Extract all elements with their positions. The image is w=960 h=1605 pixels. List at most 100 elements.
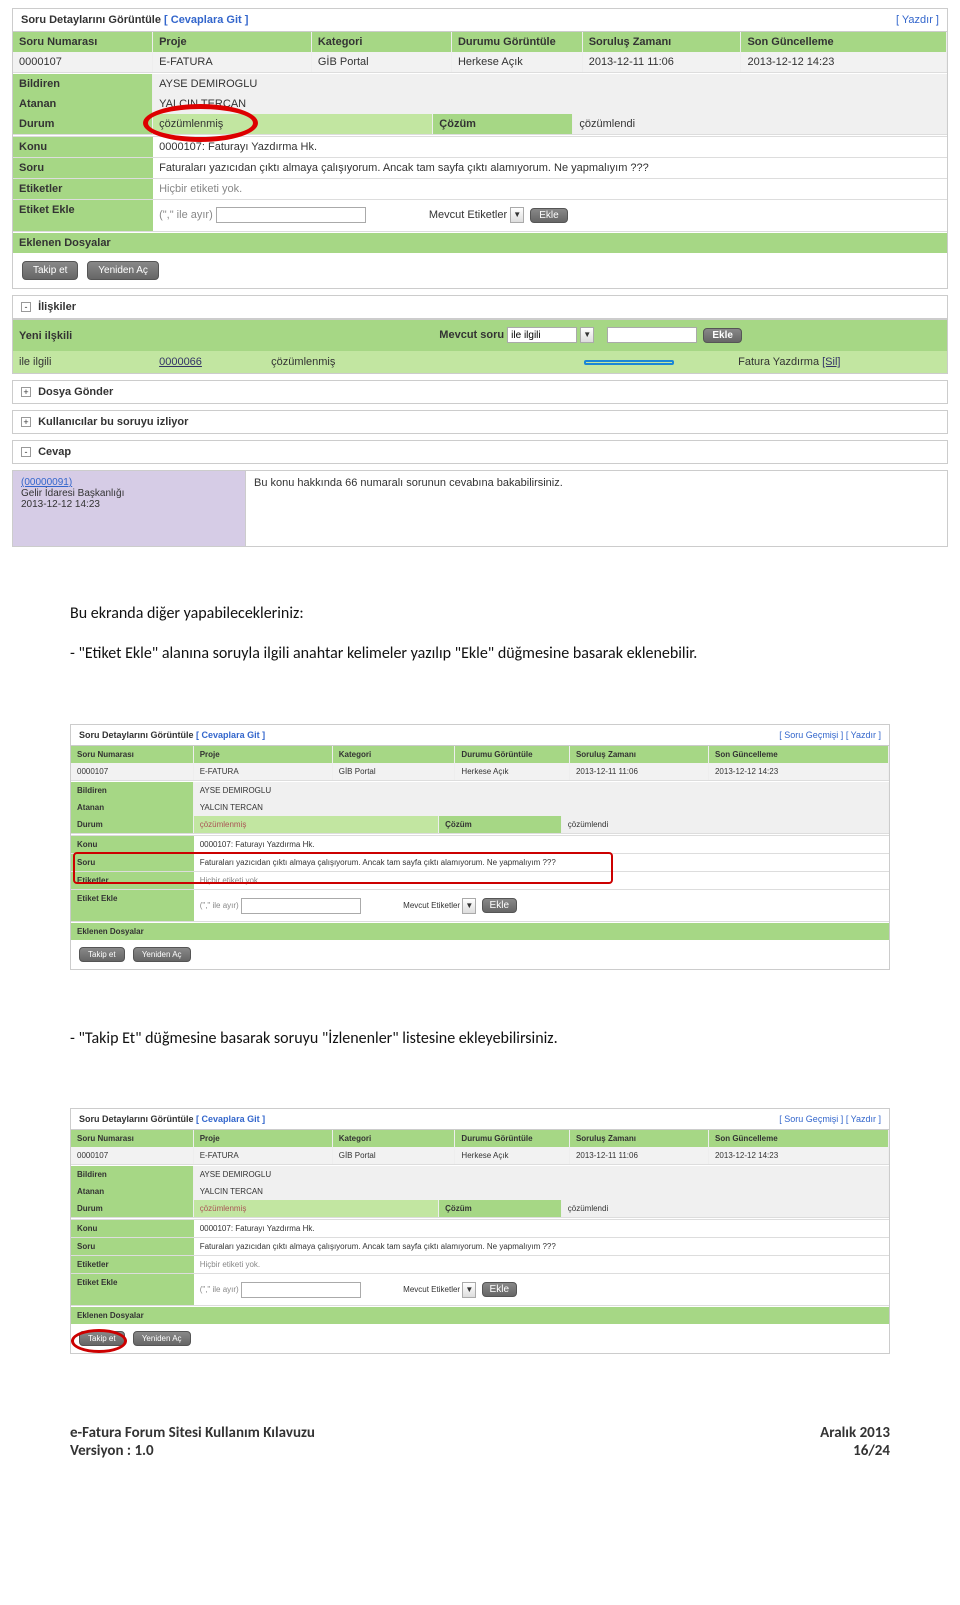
relation-type-input[interactable] bbox=[507, 327, 577, 343]
sc2-col-category: Kategori bbox=[333, 746, 456, 763]
subject-value: 0000107: Faturayı Yazdırma Hk. bbox=[153, 137, 947, 157]
sc3-col-visibility: Durumu Görüntüle bbox=[455, 1130, 570, 1147]
answer-meta: (00000091) Gelir İdaresi Başkanlığı 2013… bbox=[12, 470, 246, 547]
sc3-col-updated: Son Güncelleme bbox=[709, 1130, 889, 1147]
footer-version: Versiyon : 1.0 bbox=[70, 1442, 315, 1460]
sc3-subject-value: 0000107: Faturayı Yazdırma Hk. bbox=[194, 1220, 889, 1237]
sc2-goto-answers[interactable]: [ Cevaplara Git ] bbox=[196, 730, 265, 740]
relations-section[interactable]: - İlişkiler bbox=[12, 295, 948, 319]
follow-button[interactable]: Takip et bbox=[22, 261, 78, 280]
tag-add-controls: ("," ile ayır) Mevcut Etiketler ▼ Ekle bbox=[153, 200, 947, 231]
sc3-tag-add-row: Etiket Ekle ("," ile ayır) Mevcut Etiket… bbox=[71, 1273, 889, 1305]
watchers-section[interactable]: + Kullanıcılar bu soruyu izliyor bbox=[12, 410, 948, 434]
answer-section[interactable]: - Cevap bbox=[12, 440, 948, 464]
relation-delete-link[interactable]: [Sil] bbox=[822, 356, 840, 368]
file-send-label: Dosya Gönder bbox=[38, 386, 113, 398]
sc2-val-project: E-FATURA bbox=[194, 763, 333, 780]
new-relation-controls: Mevcut soru ▼ Ekle bbox=[433, 320, 947, 351]
tag-hint: ("," ile ayır) bbox=[159, 209, 213, 221]
answer-date: 2013-12-12 14:23 bbox=[21, 499, 100, 510]
sc2-assignee-value: YALCIN TERCAN bbox=[194, 799, 889, 816]
reporter-row: Bildiren AYSE DEMIROGLU bbox=[13, 74, 947, 94]
assignee-label: Atanan bbox=[13, 94, 153, 114]
col-id: Soru Numarası bbox=[13, 32, 153, 52]
footer-page: 16/24 bbox=[820, 1442, 890, 1460]
sc2-subject-row: Konu 0000107: Faturayı Yazdırma Hk. bbox=[71, 835, 889, 853]
relation-row: ile ilgili 0000066 çözümlenmiş Fatura Ya… bbox=[13, 351, 947, 373]
sc2-follow-button[interactable]: Takip et bbox=[79, 947, 125, 962]
question-row: Soru Faturaları yazıcıdan çıktı almaya ç… bbox=[13, 157, 947, 178]
sc3-tag-add-button[interactable]: Ekle bbox=[482, 1282, 517, 1297]
sc3-subject-row: Konu 0000107: Faturayı Yazdırma Hk. bbox=[71, 1219, 889, 1237]
sc3-question-label: Soru bbox=[71, 1238, 194, 1255]
sc3-tag-hint: ("," ile ayır) bbox=[200, 1285, 239, 1294]
sc3-col-created: Soruluş Zamanı bbox=[570, 1130, 709, 1147]
existing-tags-dropdown[interactable]: ▼ bbox=[510, 207, 524, 223]
col-category: Kategori bbox=[312, 32, 452, 52]
sc2-val-category: GİB Portal bbox=[333, 763, 456, 780]
reopen-button[interactable]: Yeniden Aç bbox=[87, 261, 159, 280]
relation-add-button[interactable]: Ekle bbox=[703, 328, 742, 343]
sc2-reopen-button[interactable]: Yeniden Aç bbox=[133, 947, 191, 962]
sc3-goto-answers[interactable]: [ Cevaplara Git ] bbox=[196, 1114, 265, 1124]
tags-row: Etiketler Hiçbir etiketi yok. bbox=[13, 178, 947, 199]
val-updated: 2013-12-12 14:23 bbox=[741, 52, 946, 72]
subject-label: Konu bbox=[13, 137, 153, 157]
minus-icon[interactable]: - bbox=[21, 302, 31, 312]
val-project: E-FATURA bbox=[153, 52, 312, 72]
sc2-val-visibility: Herkese Açık bbox=[455, 763, 570, 780]
sc2-subject-label: Konu bbox=[71, 836, 194, 853]
sc2-subject-value: 0000107: Faturayı Yazdırma Hk. bbox=[194, 836, 889, 853]
attachments-row: Eklenen Dosyalar bbox=[13, 233, 947, 253]
sc2-tag-hint: ("," ile ayır) bbox=[200, 901, 239, 910]
sc3-tags-value: Hiçbir etiketi yok. bbox=[194, 1256, 889, 1273]
minus-icon[interactable]: - bbox=[21, 447, 31, 457]
tag-add-button[interactable]: Ekle bbox=[530, 208, 567, 223]
sc2-print-link[interactable]: [ Soru Geçmişi ] [ Yazdır ] bbox=[779, 730, 881, 740]
relation-status: çözümlenmiş bbox=[265, 353, 527, 371]
relation-id-input[interactable] bbox=[607, 327, 697, 343]
footer-doc-title: e-Fatura Forum Sitesi Kullanım Kılavuzu bbox=[70, 1424, 315, 1442]
new-relation-label: Yeni ilşkili bbox=[13, 326, 433, 346]
sc3-reporter-row: Bildiren AYSE DEMIROGLU bbox=[71, 1166, 889, 1183]
sc3-print-link[interactable]: [ Soru Geçmişi ] [ Yazdır ] bbox=[779, 1114, 881, 1124]
plus-icon[interactable]: + bbox=[21, 417, 31, 427]
sc3-reopen-button[interactable]: Yeniden Aç bbox=[133, 1331, 191, 1346]
relation-type-dropdown[interactable]: ▼ bbox=[580, 327, 594, 343]
sc2-tag-add-button[interactable]: Ekle bbox=[482, 898, 517, 913]
relation-id-link[interactable]: 0000066 bbox=[159, 356, 202, 368]
val-visibility: Herkese Açık bbox=[452, 52, 583, 72]
sc2-status-value: çözümlenmiş bbox=[194, 816, 439, 833]
plus-icon[interactable]: + bbox=[21, 387, 31, 397]
tag-input[interactable] bbox=[216, 207, 366, 223]
print-link[interactable]: [ Yazdır ] bbox=[896, 14, 939, 26]
sc3-existing-tags-dropdown[interactable]: ▼ bbox=[462, 1282, 476, 1298]
answer-org: Gelir İdaresi Başkanlığı bbox=[21, 488, 124, 499]
sc2-val-updated: 2013-12-12 14:23 bbox=[709, 763, 889, 780]
sc2-question-row: Soru Faturaları yazıcıdan çıktı almaya ç… bbox=[71, 853, 889, 871]
answer-id-link[interactable]: (00000091) bbox=[21, 477, 72, 488]
sc3-follow-button[interactable]: Takip et bbox=[79, 1331, 125, 1346]
data-row: 0000107 E-FATURA GİB Portal Herkese Açık… bbox=[13, 52, 947, 72]
answer-text: Bu konu hakkında 66 numaralı sorunun cev… bbox=[246, 470, 948, 547]
sc3-tag-input[interactable] bbox=[241, 1282, 361, 1298]
sc2-existing-tags-dropdown[interactable]: ▼ bbox=[462, 898, 476, 914]
sc3-col-id: Soru Numarası bbox=[71, 1130, 194, 1147]
sc2-question-label: Soru bbox=[71, 854, 194, 871]
status-value: çözümlenmiş bbox=[153, 114, 433, 134]
sc2-col-id: Soru Numarası bbox=[71, 746, 194, 763]
sc3-status-label: Durum bbox=[71, 1200, 194, 1217]
goto-answers-link[interactable]: [ Cevaplara Git ] bbox=[164, 14, 248, 26]
sc2-assignee-label: Atanan bbox=[71, 799, 194, 816]
sc3-val-id: 0000107 bbox=[71, 1147, 194, 1164]
sc3-title-bar: Soru Detaylarını Görüntüle [ Cevaplara G… bbox=[71, 1109, 889, 1130]
file-send-section[interactable]: + Dosya Gönder bbox=[12, 380, 948, 404]
sc3-assignee-row: Atanan YALCIN TERCAN bbox=[71, 1183, 889, 1200]
page-title: Soru Detaylarını Görüntüle bbox=[21, 14, 161, 26]
tags-value: Hiçbir etiketi yok. bbox=[153, 179, 947, 199]
sc3-resolution-label: Çözüm bbox=[439, 1200, 562, 1217]
sc2-col-updated: Son Güncelleme bbox=[709, 746, 889, 763]
sc3-col-category: Kategori bbox=[333, 1130, 456, 1147]
sc3-tags-row: Etiketler Hiçbir etiketi yok. bbox=[71, 1255, 889, 1273]
sc2-tag-input[interactable] bbox=[241, 898, 361, 914]
